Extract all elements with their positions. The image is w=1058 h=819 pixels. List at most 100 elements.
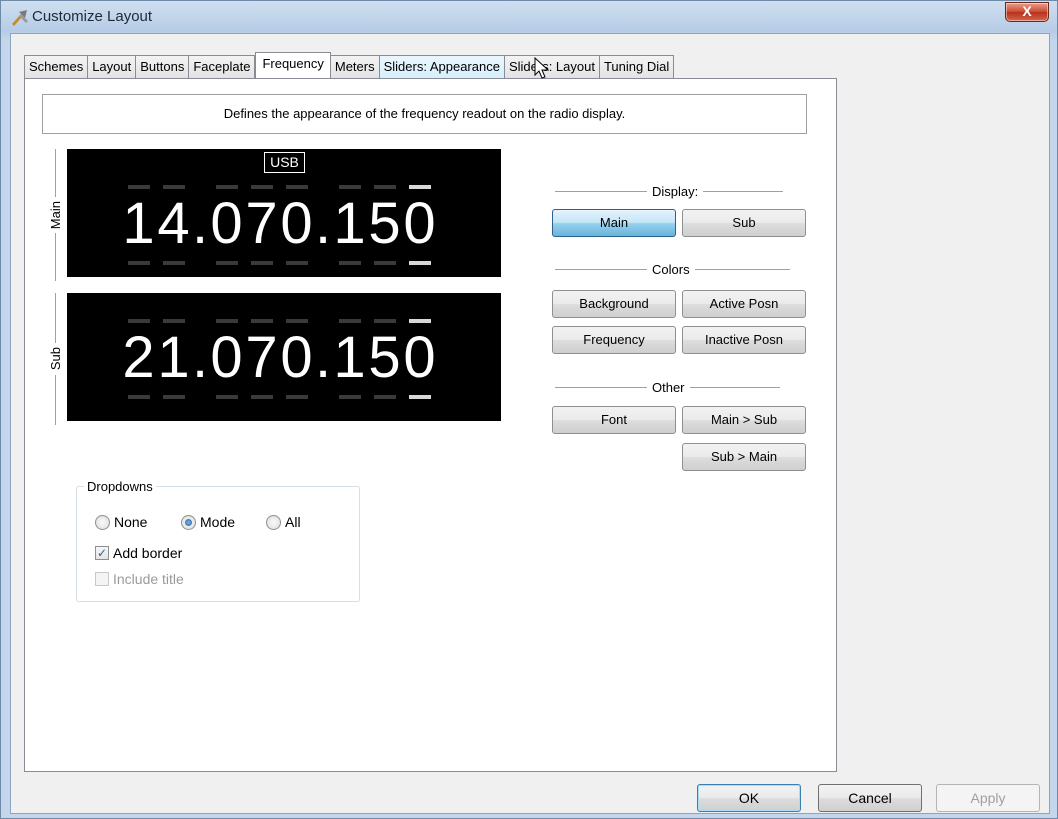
radio-all[interactable]: All (266, 514, 301, 530)
background-color-button[interactable]: Background (552, 290, 676, 318)
frequency-digit[interactable]: 0 (402, 185, 437, 265)
digit-position-marker (409, 319, 431, 323)
frequency-digit[interactable]: 7 (244, 319, 279, 399)
frequency-digit[interactable]: 0 (402, 319, 437, 399)
digit-position-marker (216, 395, 238, 399)
frequency-digit[interactable]: 1 (121, 185, 156, 265)
digit-position-marker (216, 185, 238, 189)
add-border-label: Add border (113, 545, 183, 561)
decimal-separator: . (314, 325, 332, 390)
frequency-digit[interactable]: 1 (156, 319, 191, 399)
frequency-digit[interactable]: 7 (244, 185, 279, 265)
sub-frequency-digits: 21.070.150 (121, 319, 437, 399)
digit-position-marker (286, 319, 308, 323)
digit-position-marker (286, 261, 308, 265)
radio-all-label: All (285, 514, 301, 530)
checkbox-box (95, 572, 109, 586)
main-frequency-display[interactable]: USB 14.070.150 (67, 149, 501, 277)
description-text: Defines the appearance of the frequency … (42, 94, 807, 134)
digit-position-marker (251, 395, 273, 399)
tab-layout[interactable]: Layout (88, 55, 137, 78)
digit-position-marker (339, 261, 361, 265)
radio-none[interactable]: None (95, 514, 147, 530)
digit-position-marker (163, 395, 185, 399)
tab-meters[interactable]: Meters (330, 55, 380, 78)
main-to-sub-button[interactable]: Main > Sub (682, 406, 806, 434)
colors-heading: Colors (652, 262, 690, 277)
digit-position-marker (163, 261, 185, 265)
colors-group-title: Colors (555, 262, 805, 277)
frequency-digit[interactable]: 5 (367, 319, 402, 399)
tab-faceplate[interactable]: Faceplate (189, 55, 256, 78)
digit-position-marker (339, 395, 361, 399)
radio-mode[interactable]: Mode (181, 514, 235, 530)
frequency-digit[interactable]: 0 (279, 319, 314, 399)
cancel-button[interactable]: Cancel (818, 784, 922, 812)
ok-button[interactable]: OK (697, 784, 801, 812)
frequency-digit[interactable]: 1 (332, 319, 367, 399)
include-title-label: Include title (113, 571, 184, 587)
radio-circle[interactable] (266, 514, 281, 530)
digit-position-marker (251, 185, 273, 189)
divider (689, 387, 780, 388)
sub-to-main-button[interactable]: Sub > Main (682, 443, 806, 471)
digit-position-marker (409, 185, 431, 189)
digit-position-marker (163, 185, 185, 189)
inactive-posn-color-button[interactable]: Inactive Posn (682, 326, 806, 354)
active-posn-color-button[interactable]: Active Posn (682, 290, 806, 318)
main-display-side-label: Main (45, 149, 65, 281)
close-button[interactable]: X (1005, 2, 1049, 22)
app-icon (12, 10, 28, 26)
dropdowns-group: Dropdowns None Mode All ✓ Add border Inc… (76, 479, 360, 602)
mode-badge[interactable]: USB (264, 152, 305, 173)
radio-circle-selected[interactable] (181, 514, 196, 530)
tab-schemes[interactable]: Schemes (24, 55, 89, 78)
digit-position-marker (374, 395, 396, 399)
decimal-separator: . (191, 191, 209, 256)
decimal-separator: . (314, 191, 332, 256)
tab-frequency[interactable]: Frequency (255, 52, 331, 78)
frequency-digit[interactable]: 0 (279, 185, 314, 265)
tab-sliders-layout[interactable]: Sliders: Layout (504, 55, 600, 78)
digit-position-marker (216, 319, 238, 323)
radio-circle[interactable] (95, 514, 110, 530)
tab-buttons[interactable]: Buttons (136, 55, 190, 78)
frequency-tab-panel: Defines the appearance of the frequency … (24, 78, 837, 772)
sub-frequency-display[interactable]: 21.070.150 (67, 293, 501, 421)
mouse-pointer-icon (534, 57, 550, 79)
main-label: Main (47, 200, 63, 230)
title-bar[interactable]: Customize Layout X (1, 1, 1057, 33)
frequency-digit[interactable]: 5 (367, 185, 402, 265)
digit-position-marker (374, 319, 396, 323)
divider (555, 269, 647, 270)
tab-strip: Schemes Layout Buttons Faceplate Frequen… (24, 52, 675, 78)
digit-position-marker (128, 185, 150, 189)
divider (555, 387, 647, 388)
digit-position-marker (251, 319, 273, 323)
tab-tuning-dial[interactable]: Tuning Dial (599, 55, 675, 78)
checkmark-icon[interactable]: ✓ (95, 546, 109, 560)
digit-position-marker (128, 261, 150, 265)
digit-position-marker (409, 395, 431, 399)
frequency-digit[interactable]: 4 (156, 185, 191, 265)
digit-position-marker (163, 319, 185, 323)
dialog-client-area: Schemes Layout Buttons Faceplate Frequen… (10, 33, 1050, 814)
frequency-digit[interactable]: 0 (209, 185, 244, 265)
frequency-digit[interactable]: 0 (209, 319, 244, 399)
frequency-color-button[interactable]: Frequency (552, 326, 676, 354)
tab-sliders-appearance[interactable]: Sliders: Appearance (379, 55, 505, 78)
include-title-checkbox: Include title (95, 571, 184, 587)
other-group-title: Other (555, 380, 805, 395)
digit-position-marker (339, 319, 361, 323)
font-button[interactable]: Font (552, 406, 676, 434)
radio-none-label: None (114, 514, 148, 530)
divider (694, 269, 790, 270)
frequency-digit[interactable]: 1 (332, 185, 367, 265)
frequency-digit[interactable]: 2 (121, 319, 156, 399)
sub-display-side-label: Sub (45, 293, 65, 426)
display-main-button[interactable]: Main (552, 209, 676, 237)
add-border-checkbox[interactable]: ✓ Add border (95, 545, 182, 561)
display-sub-button[interactable]: Sub (682, 209, 806, 237)
window-title: Customize Layout (32, 8, 153, 25)
divider (54, 233, 56, 281)
